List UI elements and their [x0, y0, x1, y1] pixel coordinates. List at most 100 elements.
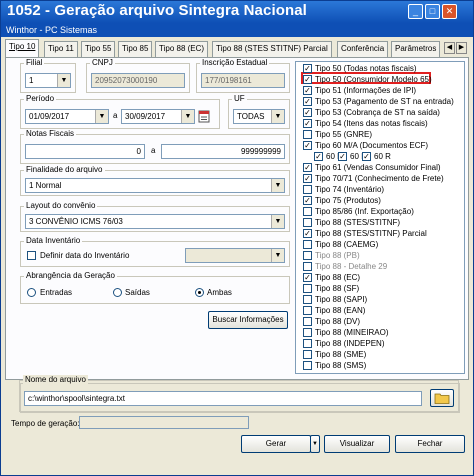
tab-tipo-11[interactable]: Tipo 11 [44, 41, 78, 57]
tipo-label: Tipo 85/86 (Inf. Exportação) [315, 207, 414, 216]
tipo-checkbox[interactable] [303, 306, 312, 315]
inscricao-group: Inscrição Estadual 177/0198161 [196, 58, 290, 93]
tipo-checkbox[interactable] [303, 361, 312, 370]
tab-tipo-10[interactable]: Tipo 10 [5, 39, 40, 57]
periodo-start-field[interactable]: 01/09/2017 ▼ [25, 109, 109, 124]
tipo60-sub-checkbox[interactable]: ✓ [338, 152, 347, 161]
tipo-checkbox[interactable]: ✓ [303, 86, 312, 95]
tab-tipo-55[interactable]: Tipo 55 [81, 41, 116, 57]
cnpj-label: CNPJ [90, 58, 115, 67]
arquivo-label: Nome do arquivo [23, 375, 88, 384]
minimize-button[interactable]: _ [408, 4, 423, 19]
tab-tipo-85[interactable]: Tipo 85 [118, 41, 153, 57]
chevron-down-icon[interactable]: ▼ [271, 110, 284, 123]
tipo60-sub-checkbox[interactable]: ✓ [314, 152, 323, 161]
inventario-group: Data Inventário Definir data do Inventár… [20, 236, 290, 267]
calendar-icon[interactable] [198, 109, 210, 123]
chevron-down-icon[interactable]: ▼ [271, 215, 284, 228]
tipo-label: Tipo 53 (Cobrança de ST na saída) [315, 108, 440, 117]
chevron-down-icon[interactable]: ▼ [95, 110, 108, 123]
tipos-checklist[interactable]: ✓ Tipo 50 (Todas notas fiscais) ✓ Tipo 50 (… [295, 61, 465, 374]
filial-select[interactable]: 1 ▼ [25, 73, 71, 88]
periodo-end-field[interactable]: 30/09/2017 ▼ [121, 109, 195, 124]
tab-tipo-88-parcial[interactable]: Tipo 88 (STES STITNF) Parcial [212, 41, 332, 57]
tipo-checkbox[interactable]: ✓ [303, 75, 312, 84]
tipo-checkbox[interactable] [303, 218, 312, 227]
tipo-checkbox[interactable] [303, 251, 312, 260]
inventario-date-field: ▼ [185, 248, 285, 263]
tipo-checkbox[interactable] [303, 262, 312, 271]
tipo-label: Tipo 55 (GNRE) [315, 130, 373, 139]
close-button[interactable]: ✕ [442, 4, 457, 19]
radio-saidas[interactable] [113, 288, 122, 297]
radio-ambas[interactable] [195, 288, 204, 297]
tipo60-sub-checkbox[interactable]: ✓ [362, 152, 371, 161]
periodo-start-value: 01/09/2017 [29, 112, 70, 121]
layout-label: Layout do convênio [24, 201, 98, 210]
tipo-label: Tipo 60 M/A (Documentos ECF) [315, 141, 429, 150]
abrangencia-group: Abrangência da Geração Entradas Saídas A… [20, 271, 290, 304]
tab-panel: Filial 1 ▼ CNPJ 20952073000190 Inscrição… [5, 57, 469, 413]
finalidade-group: Finalidade do arquivo 1 Normal ▼ [20, 165, 290, 196]
chevron-down-icon[interactable]: ▼ [57, 74, 70, 87]
tipo-checkbox[interactable] [303, 295, 312, 304]
uf-value: TODAS [237, 112, 265, 121]
tipo-checkbox[interactable]: ✓ [303, 141, 312, 150]
tipo-checkbox[interactable] [303, 339, 312, 348]
title-bar[interactable]: 1052 - Geração arquivo Sintegra Nacional… [1, 1, 473, 23]
tipo-label: Tipo 50 (Consumidor Modelo 65) [315, 75, 432, 84]
tipo-checkbox[interactable] [303, 284, 312, 293]
finalidade-label: Finalidade do arquivo [24, 165, 105, 174]
uf-select[interactable]: TODAS ▼ [233, 109, 285, 124]
tipo-checkbox[interactable]: ✓ [303, 273, 312, 282]
radio-ambas-label: Ambas [207, 288, 232, 297]
tipo-checkbox[interactable]: ✓ [303, 174, 312, 183]
layout-group: Layout do convênio 3 CONVÊNIO ICMS 76/03… [20, 201, 290, 232]
inventario-label: Data Inventário [24, 236, 83, 245]
radio-entradas[interactable] [27, 288, 36, 297]
tempo-label: Tempo de geração: [11, 419, 80, 428]
tab-scroll-right-icon[interactable]: ▶ [456, 42, 467, 54]
tipo-checkbox[interactable]: ✓ [303, 163, 312, 172]
chevron-down-icon[interactable]: ▼ [271, 179, 284, 192]
tipo-checkbox[interactable]: ✓ [303, 108, 312, 117]
arquivo-field[interactable]: c:\winthor\spool\sintegra.txt [24, 391, 422, 406]
tipo-checkbox[interactable]: ✓ [303, 229, 312, 238]
gerar-dropdown-icon[interactable]: ▼ [310, 435, 320, 453]
tab-scroll-left-icon[interactable]: ◀ [444, 42, 455, 54]
maximize-button[interactable]: □ [425, 4, 440, 19]
radio-entradas-label: Entradas [40, 288, 73, 297]
tipo-checkbox[interactable] [303, 130, 312, 139]
tipo-label: Tipo 88 (EAN) [315, 306, 366, 315]
chevron-down-icon[interactable]: ▼ [181, 110, 194, 123]
inventario-checkbox[interactable] [27, 251, 36, 260]
tipo-checkbox[interactable] [303, 240, 312, 249]
tab-tipo-88-ec[interactable]: Tipo 88 (EC) [155, 41, 209, 57]
fechar-button[interactable]: Fechar [395, 435, 465, 453]
tab-conferencia[interactable]: Conferência [337, 41, 389, 57]
folder-icon[interactable] [430, 389, 454, 407]
layout-value: 3 CONVÊNIO ICMS 76/03 [29, 217, 123, 226]
finalidade-select[interactable]: 1 Normal ▼ [25, 178, 285, 193]
tipo-checkbox[interactable]: ✓ [303, 119, 312, 128]
notas-start-field[interactable]: 0 [25, 144, 145, 159]
visualizar-button[interactable]: Visualizar [324, 435, 390, 453]
gerar-button[interactable]: Gerar [241, 435, 311, 453]
buscar-informacoes-button[interactable]: Buscar Informações [208, 311, 288, 329]
layout-select[interactable]: 3 CONVÊNIO ICMS 76/03 ▼ [25, 214, 285, 229]
tipo-checkbox[interactable] [303, 350, 312, 359]
uf-label: UF [232, 94, 247, 103]
tipo-checkbox[interactable]: ✓ [303, 196, 312, 205]
tipo-checkbox[interactable] [303, 328, 312, 337]
tab-parametros[interactable]: Parâmetros [391, 41, 441, 57]
filial-value: 1 [29, 76, 34, 85]
tipo-checkbox[interactable] [303, 207, 312, 216]
tipo-checkbox[interactable] [303, 185, 312, 194]
tipo-checkbox[interactable]: ✓ [303, 97, 312, 106]
tipo-checkbox[interactable] [303, 317, 312, 326]
notas-end-field[interactable]: 999999999 [161, 144, 285, 159]
tipo-label: Tipo 88 (CAEMG) [315, 240, 379, 249]
app-subtitle: Winthor - PC Sistemas [1, 23, 473, 37]
tipo-checkbox[interactable]: ✓ [303, 64, 312, 73]
finalidade-value: 1 Normal [29, 181, 62, 190]
